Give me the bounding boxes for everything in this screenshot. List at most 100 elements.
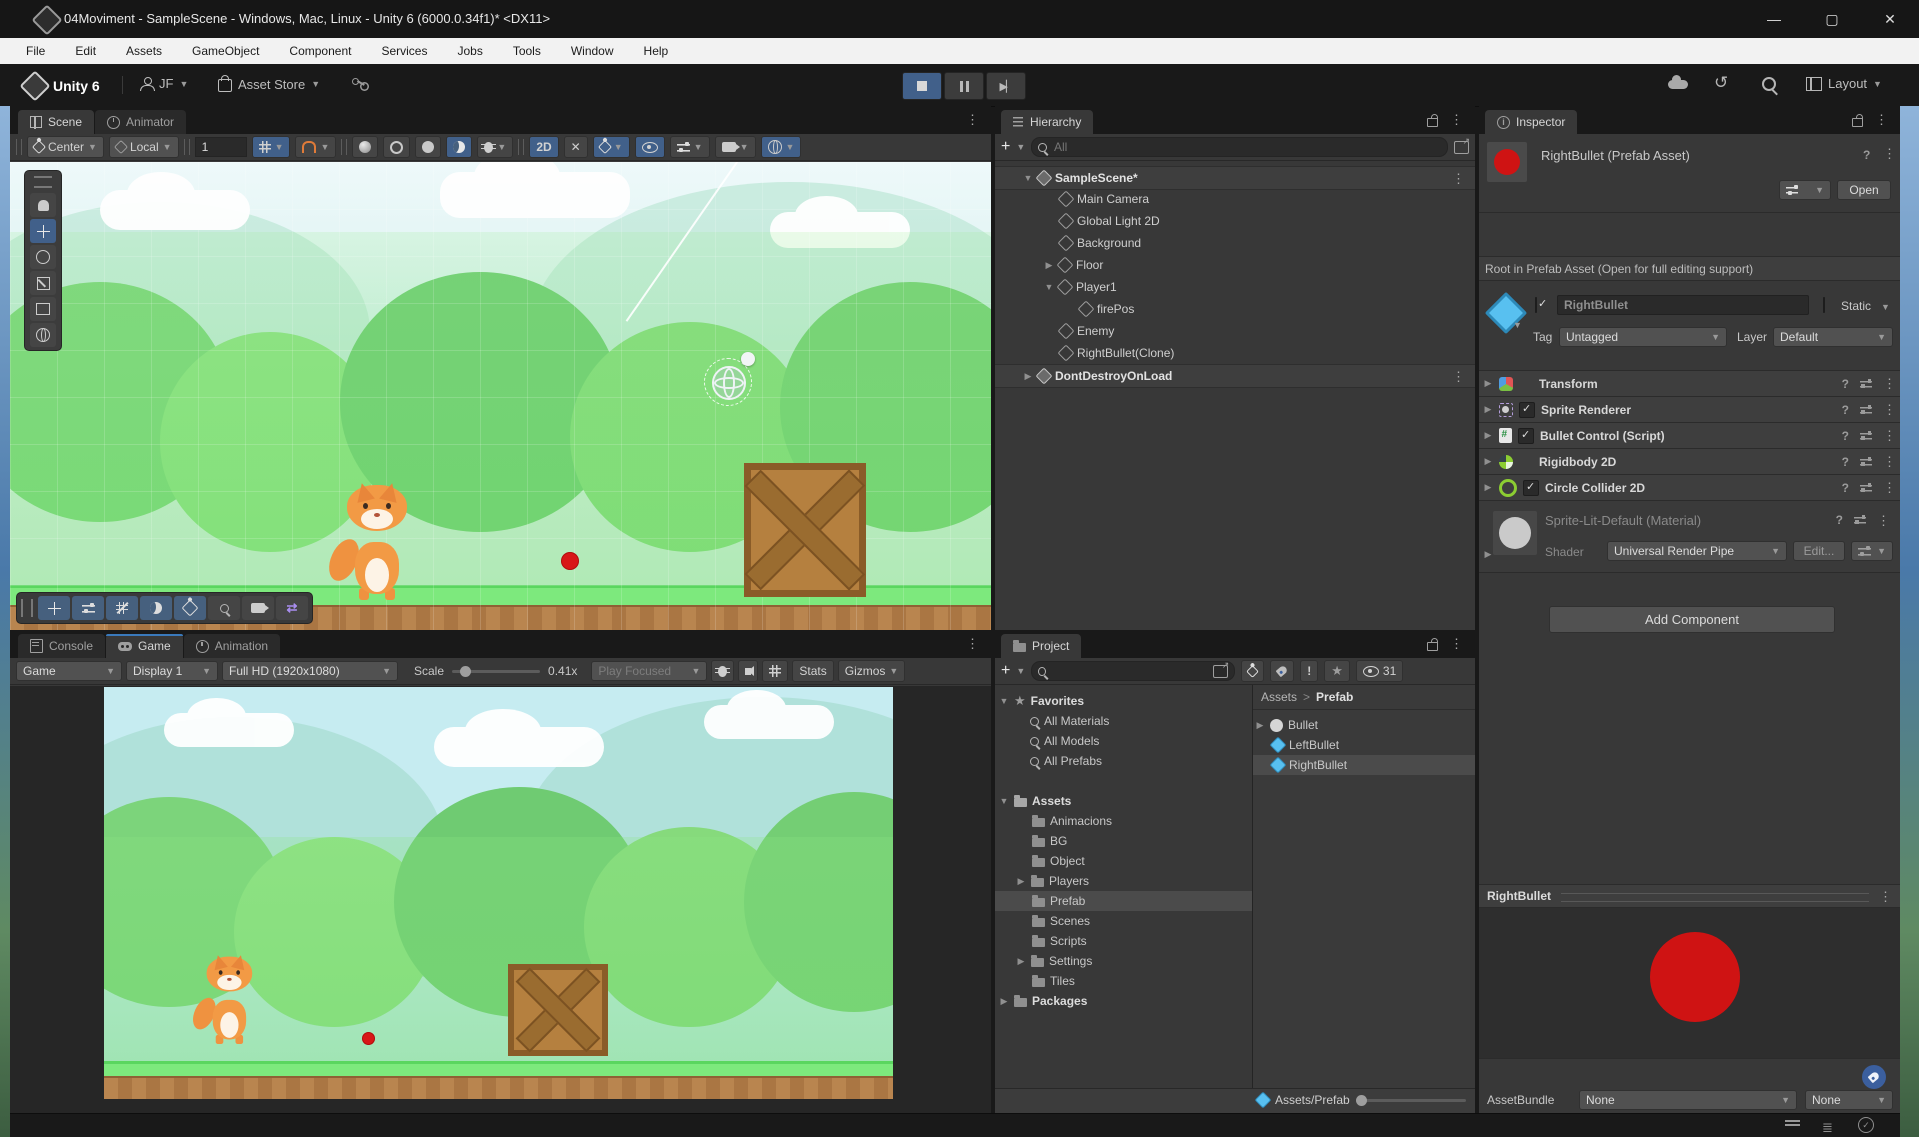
favorite-item[interactable]: All Prefabs [995,751,1252,771]
component-sprite-renderer[interactable]: ▶ Sprite Renderer ?⋮ [1479,396,1900,422]
hierarchy-item[interactable]: Background [995,232,1475,254]
move-tool[interactable] [30,219,56,243]
preset-icon[interactable] [1860,457,1872,467]
shader-edit-button[interactable]: Edit... [1793,541,1845,561]
layer-dropdown[interactable]: Default▼ [1773,327,1893,347]
folder-item[interactable]: Scenes [995,911,1252,931]
scene-visibility-toggle[interactable] [635,136,665,158]
lock-icon[interactable] [1427,642,1438,651]
grid-size-input[interactable] [195,137,247,157]
folder-item[interactable]: ▶Players [995,871,1252,891]
asset-bundle-variant-dropdown[interactable]: None▼ [1805,1090,1893,1110]
scale-knob[interactable] [460,666,471,677]
kebab-icon[interactable]: ⋮ [1875,113,1888,127]
help-icon[interactable]: ? [1863,148,1870,162]
add-component-button[interactable]: Add Component [1549,606,1835,633]
play-focused-dropdown[interactable]: Play Focused▼ [591,661,707,681]
audio-sphere-toggle[interactable] [415,136,441,158]
folder-item[interactable]: Animacions [995,811,1252,831]
undo-history-button[interactable]: ↺ [1714,76,1728,90]
hierarchy-item-dontdestroy[interactable]: ▶ DontDestroyOnLoad ⋮ [995,364,1475,388]
breadcrumb-root[interactable]: Assets [1261,690,1297,704]
rect-tool[interactable] [30,297,56,321]
step-button[interactable]: ▶▏ [986,72,1026,100]
gizmo-handle-dot[interactable] [741,352,755,366]
expand-arrow[interactable]: ▶ [1044,260,1054,271]
view-tool[interactable] [30,193,56,217]
rotate-tool[interactable] [30,245,56,269]
account-dropdown[interactable]: JF▼ [140,76,188,91]
importance-button[interactable]: ! [1300,660,1318,682]
expand-arrow[interactable]: ▶ [1016,876,1026,887]
tab-hierarchy[interactable]: Hierarchy [1001,110,1093,134]
active-checkbox[interactable] [1535,297,1537,313]
component-enabled-checkbox[interactable] [1518,428,1534,444]
scale-slider[interactable] [452,670,540,673]
hierarchy-item[interactable]: Global Light 2D [995,210,1475,232]
folder-item[interactable]: BG [995,831,1252,851]
scene-viewport[interactable]: ⇄ [10,162,991,630]
kebab-icon[interactable]: ⋮ [1450,637,1463,651]
thumbnail-size-slider[interactable] [1356,1099,1466,1102]
help-icon[interactable]: ? [1842,481,1849,495]
kebab-icon[interactable]: ⋮ [1883,481,1896,494]
game-vsync-button[interactable] [762,660,788,682]
layers-dropdown[interactable]: ▼ [670,136,710,158]
asset-item-leftbullet[interactable]: LeftBullet [1253,735,1475,755]
kebab-icon[interactable]: ⋮ [1452,172,1465,185]
kebab-icon[interactable]: ⋮ [1452,370,1465,383]
visibility-count-button[interactable]: 31 [1356,660,1403,682]
packages-root[interactable]: ▶Packages [995,991,1252,1011]
component-enabled-checkbox[interactable] [1523,480,1539,496]
preview-drag-handle[interactable] [1561,893,1869,902]
game-audio-button[interactable] [738,660,758,682]
folder-item[interactable]: ▶Settings [995,951,1252,971]
game-debug-button[interactable] [711,660,734,682]
kebab-icon[interactable]: ⋮ [1883,429,1896,442]
tag-dropdown[interactable]: Untagged▼ [1559,327,1727,347]
menu-file[interactable]: File [26,44,45,58]
project-search-field[interactable] [1031,661,1235,681]
favorites-root[interactable]: ▼★Favorites [995,691,1252,711]
tab-game[interactable]: Game [106,634,183,658]
filter-by-label-button[interactable] [1270,660,1294,682]
camera-dropdown[interactable]: ▼ [715,136,756,158]
maximize-button[interactable]: ▢ [1803,0,1861,38]
expand-arrow[interactable]: ▶ [1483,404,1493,415]
shader-dropdown[interactable]: Universal Render Pipe▼ [1607,541,1787,561]
expand-arrow[interactable]: ▶ [1483,378,1493,389]
component-enabled-checkbox[interactable] [1519,402,1535,418]
overlay-grip[interactable] [21,599,33,617]
hierarchy-item[interactable]: ▼Player1 [995,276,1475,298]
help-icon[interactable]: ? [1842,429,1849,443]
overlay-sliders-button[interactable] [72,596,104,620]
menu-assets[interactable]: Assets [126,44,162,58]
lighting-toggle[interactable] [383,136,410,158]
display-dropdown[interactable]: Display 1▼ [126,661,218,681]
kebab-icon[interactable]: ⋮ [1883,455,1896,468]
pivot-dropdown[interactable]: Center▼ [27,136,104,158]
mode-2d-toggle[interactable]: 2D [529,136,558,158]
pause-button[interactable] [944,72,984,100]
scale-tool[interactable] [30,271,56,295]
overlay-grip[interactable] [34,176,52,188]
preset-icon[interactable] [1860,431,1872,441]
scene-lighting-button[interactable] [140,596,172,620]
asset-bundle-dropdown[interactable]: None▼ [1579,1090,1797,1110]
game-panel-menu[interactable]: ⋮ [966,637,979,650]
menu-window[interactable]: Window [571,44,614,58]
kebab-icon[interactable]: ⋮ [1450,113,1463,127]
audio-mute-toggle[interactable]: ✕ [564,136,588,158]
hierarchy-item[interactable]: RightBullet(Clone) [995,342,1475,364]
progress-ok-icon[interactable]: ✓ [1858,1117,1874,1133]
snap-grid-button[interactable]: ▼ [252,136,291,158]
assets-root[interactable]: ▼Assets [995,791,1252,811]
global-light-gizmo[interactable] [712,366,746,400]
kebab-icon[interactable]: ⋮ [1879,890,1892,903]
preset-icon[interactable] [1854,515,1866,525]
version-control-icon[interactable] [352,76,368,90]
component-bullet-control[interactable]: ▶ Bullet Control (Script) ?⋮ [1479,422,1900,448]
icon-dropdown-caret[interactable]: ▼ [1513,320,1522,330]
add-gameobject-button[interactable]: + [1001,138,1010,156]
layout-dropdown[interactable]: Layout▼ [1806,76,1882,91]
